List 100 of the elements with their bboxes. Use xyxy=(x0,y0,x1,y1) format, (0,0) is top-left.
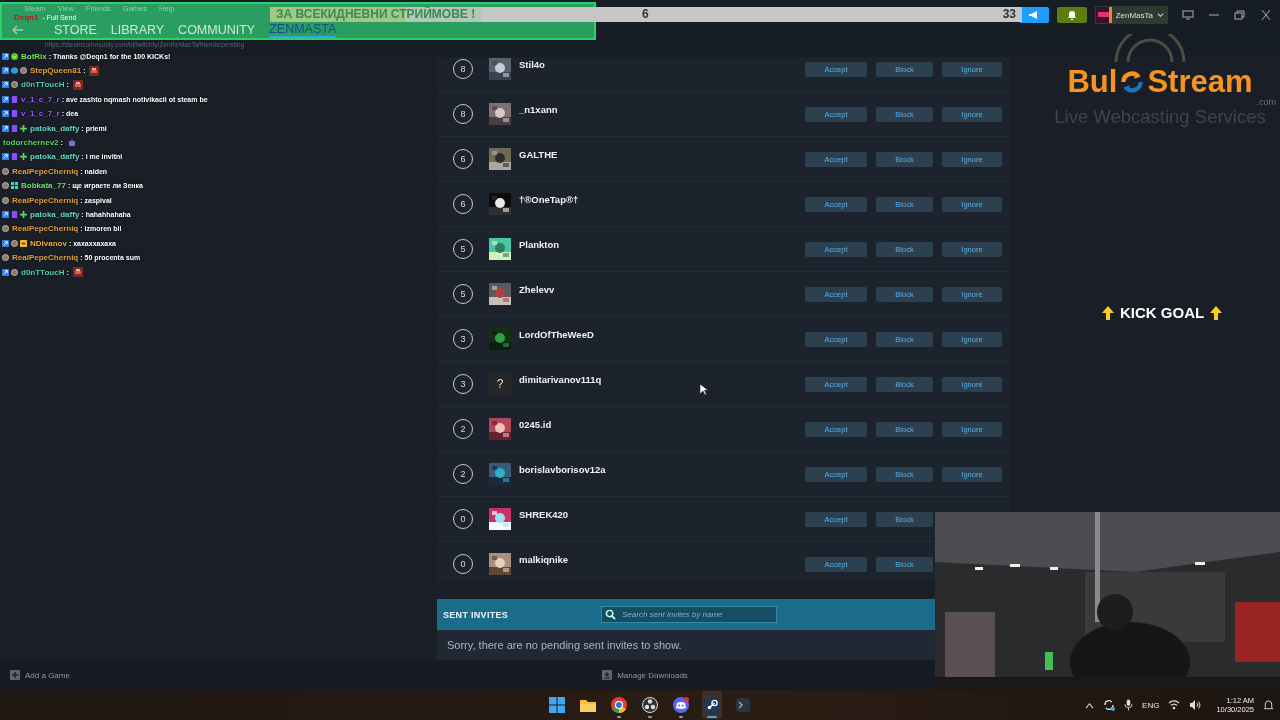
chat-username[interactable]: RealPepeCherniq xyxy=(12,253,79,263)
chat-username[interactable]: v_1_c_7_r xyxy=(21,109,60,119)
friend-name[interactable]: _n1xann xyxy=(519,104,558,116)
badge-icon xyxy=(2,110,9,118)
friend-name[interactable]: SHREK420 xyxy=(519,509,569,521)
badge-icon xyxy=(2,81,9,89)
logo-suffix: .com xyxy=(1256,98,1276,107)
plus-badge-icon xyxy=(20,153,27,161)
chat-username[interactable]: RealPepeCherniq xyxy=(12,166,79,176)
badge-icon xyxy=(2,124,9,132)
active-indicator xyxy=(707,716,717,718)
record-icon[interactable] xyxy=(642,697,658,713)
friend-name[interactable]: GALTHE xyxy=(519,149,558,161)
sync-arrows-icon xyxy=(1119,69,1146,95)
plus-badge-icon xyxy=(20,124,27,132)
chat-username[interactable]: d0nTToucH xyxy=(21,267,65,277)
nav-tab[interactable]: LIBRARY xyxy=(110,23,165,37)
friend-name[interactable]: Zhelevv xyxy=(519,284,555,296)
search-icon xyxy=(605,609,616,620)
notification-icon[interactable] xyxy=(1263,699,1274,711)
network-icon[interactable] xyxy=(1168,699,1181,711)
emote-icon xyxy=(72,267,83,278)
chat-username[interactable]: patoka_daffy xyxy=(30,152,80,162)
badge-icon xyxy=(20,239,27,247)
chat-username[interactable]: RealPepeCherniq xyxy=(12,195,79,205)
up-arrow-icon xyxy=(1210,305,1223,320)
plus-icon xyxy=(10,670,20,680)
sync-icon[interactable] xyxy=(1103,699,1116,711)
friend-name[interactable]: borislavborisov12a xyxy=(519,464,606,476)
folder-icon[interactable] xyxy=(580,697,596,713)
chat-username[interactable]: d0nTToucH xyxy=(21,80,65,90)
nav-tab[interactable]: COMMUNITY xyxy=(178,23,256,37)
chat-username[interactable]: BotRix xyxy=(21,51,47,61)
chat-username[interactable]: Bobkata_77 xyxy=(21,181,66,191)
add-game-button[interactable]: Add a Game xyxy=(10,670,70,680)
microphone-icon[interactable] xyxy=(1124,699,1134,711)
plus-badge-icon xyxy=(20,211,27,218)
check-badge-icon xyxy=(11,52,18,60)
megaphone-icon xyxy=(1027,10,1040,20)
close-icon[interactable] xyxy=(1260,10,1272,20)
badge-icon xyxy=(11,211,18,218)
bell-icon xyxy=(1066,10,1077,20)
chat-username[interactable]: v_1_c_7_r xyxy=(21,94,60,104)
section-title: SENT INVITES xyxy=(443,609,510,620)
steam-icon[interactable] xyxy=(704,697,720,713)
language-indicator[interactable]: ENG xyxy=(1142,700,1160,710)
download-icon xyxy=(602,670,613,680)
search-field[interactable]: Search sent invites by name xyxy=(601,606,777,623)
up-arrow-icon xyxy=(1102,305,1114,320)
badge-icon xyxy=(2,239,9,247)
app-icon[interactable] xyxy=(735,697,751,713)
friend-name[interactable]: Plankton xyxy=(519,239,560,251)
badge-icon xyxy=(11,182,18,190)
friend-name[interactable]: malkiqnike xyxy=(519,554,569,566)
badge-icon xyxy=(2,95,9,103)
chat-app-icon[interactable] xyxy=(673,697,689,713)
cube-badge-icon xyxy=(11,67,18,75)
chat-username[interactable]: StepQueen81 xyxy=(30,66,82,76)
downloads-button[interactable]: Manage Downloads xyxy=(602,670,688,680)
badge-icon xyxy=(2,153,9,161)
badge-icon xyxy=(2,268,9,276)
chat-username[interactable]: NDIvanov xyxy=(30,238,67,248)
windows-icon[interactable] xyxy=(549,697,565,713)
account-menu[interactable]: ZenMasTa xyxy=(1094,6,1168,24)
friend-name[interactable]: †®OneTap®† xyxy=(519,194,579,206)
goal-current: 6 xyxy=(642,8,649,21)
restore-icon[interactable] xyxy=(1234,10,1246,20)
friend-name[interactable]: 0245.id xyxy=(519,419,552,431)
alert-username: Deqn1 xyxy=(14,14,39,22)
goal-banner: ЗА ВСЕКИДНЕВНИ СТРИЙМОВЕ ! xyxy=(270,7,482,22)
chevron-icon[interactable] xyxy=(1085,701,1095,709)
emote-icon xyxy=(89,65,100,76)
notification-button[interactable] xyxy=(1056,7,1087,23)
badge-icon xyxy=(2,67,9,75)
friend-name[interactable]: dimitarivanov111q xyxy=(519,374,602,386)
empty-message: Sorry, there are no pending sent invites to show. xyxy=(447,639,682,651)
default-avatar: ? xyxy=(489,373,511,395)
running-indicator xyxy=(617,716,621,718)
badge-icon xyxy=(11,153,18,161)
friend-name[interactable]: Stil4o xyxy=(519,59,545,71)
chat-username[interactable]: todorchernev2 xyxy=(3,138,59,148)
kick-goal-label: KICK GOAL xyxy=(1120,304,1205,321)
logo-text: Bul xyxy=(1067,66,1118,98)
emote-icon xyxy=(72,79,83,90)
cursor-icon xyxy=(700,384,708,396)
running-indicator xyxy=(679,716,683,718)
emote-icon xyxy=(66,137,77,148)
nav-tab[interactable]: STORE xyxy=(54,23,97,37)
caret-icon xyxy=(1157,12,1164,18)
badge-icon xyxy=(2,52,9,60)
chat-username[interactable]: patoka_daffy xyxy=(30,123,80,133)
running-indicator xyxy=(648,716,652,718)
monitor-icon[interactable] xyxy=(1182,10,1194,20)
browser-icon[interactable] xyxy=(611,697,627,713)
volume-icon[interactable] xyxy=(1189,699,1202,711)
chat-username[interactable]: RealPepeCherniq xyxy=(12,224,79,234)
goal-target: 33 xyxy=(1002,8,1016,21)
friend-name[interactable]: LordOfTheWeeD xyxy=(519,329,594,341)
chat-username[interactable]: patoka_daffy xyxy=(30,210,80,219)
badge-icon xyxy=(2,211,9,218)
